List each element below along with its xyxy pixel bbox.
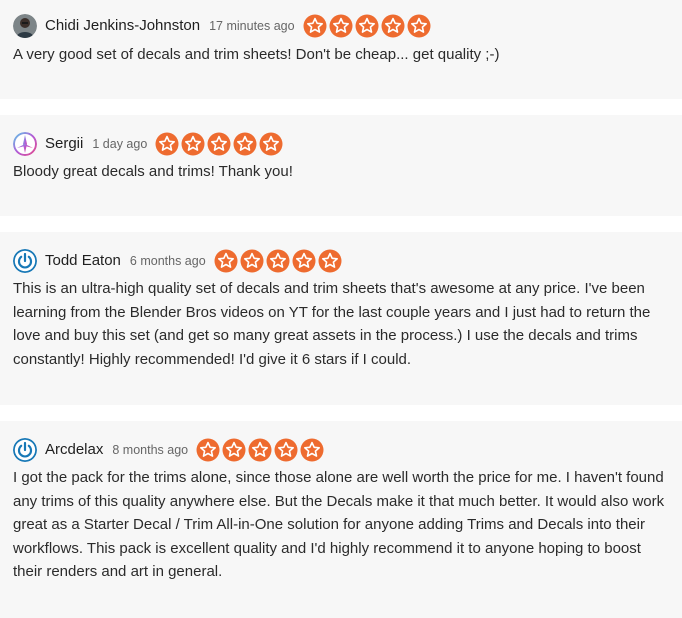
review-header: Chidi Jenkins-Johnston 17 minutes ago [13,13,431,39]
star-icon [266,249,290,273]
review-text: A very good set of decals and trim sheet… [13,46,500,63]
star-icon [355,14,379,38]
review-card: Arcdelax 8 months ago I got the pack for… [0,421,682,618]
star-icon [407,14,431,38]
star-icon [214,249,238,273]
avatar[interactable] [13,132,37,156]
star-icon [181,132,205,156]
review-text: This is an ultra-high quality set of dec… [13,280,651,368]
star-icon [303,14,327,38]
review-text: Bloody great decals and trims! Thank you… [13,163,293,180]
avatar[interactable] [13,14,37,38]
review-card: Sergii 1 day ago Bloody great decals and… [0,115,682,216]
review-text: I got the pack for the trims alone, sinc… [13,469,665,580]
star-rating [214,249,342,273]
power-icon [13,249,37,273]
star-icon [222,438,246,462]
avatar[interactable] [13,249,37,273]
star-icon [318,249,342,273]
review-header: Todd Eaton 6 months ago [13,248,342,274]
review-header: Sergii 1 day ago [13,131,283,157]
star-rating [196,438,324,462]
star-icon [329,14,353,38]
star-icon [240,249,264,273]
star-icon [381,14,405,38]
star-icon [233,132,257,156]
reviewer-name[interactable]: Chidi Jenkins-Johnston [45,16,200,36]
review-card: Todd Eaton 6 months ago This is an ultra… [0,232,682,405]
reviewer-name[interactable]: Todd Eaton [45,251,121,271]
star-icon [155,132,179,156]
reviewer-name[interactable]: Arcdelax [45,440,103,460]
star-icon [259,132,283,156]
reviewer-name[interactable]: Sergii [45,134,83,154]
star-icon [292,249,316,273]
review-time: 6 months ago [129,254,206,268]
review-time: 8 months ago [112,443,189,457]
review-header: Arcdelax 8 months ago [13,437,324,463]
star-rating [303,14,431,38]
star-icon [300,438,324,462]
review-card: Chidi Jenkins-Johnston 17 minutes ago A … [0,0,682,99]
power-icon [13,438,37,462]
star-rating [155,132,283,156]
review-time: 1 day ago [92,137,148,151]
star-icon [274,438,298,462]
review-time: 17 minutes ago [209,19,295,33]
user-photo-icon [13,14,37,38]
avatar[interactable] [13,438,37,462]
star-icon [196,438,220,462]
gradient-logo-icon [13,132,37,156]
star-icon [207,132,231,156]
star-icon [248,438,272,462]
